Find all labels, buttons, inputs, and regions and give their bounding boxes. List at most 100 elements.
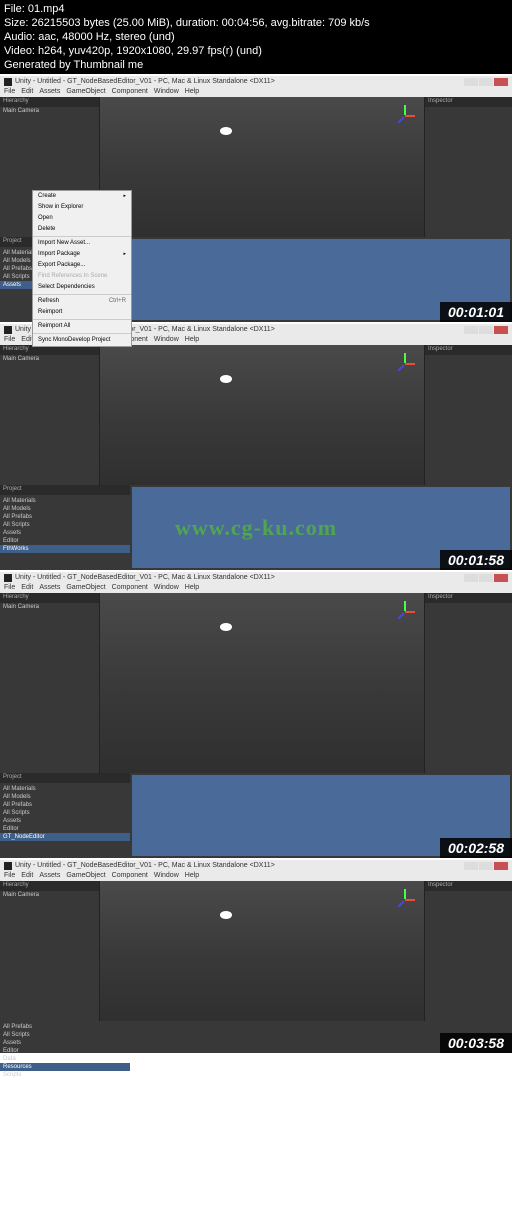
ctx-sync[interactable]: Sync MonoDevelop Project (33, 335, 131, 346)
inspector-header[interactable]: Inspector (425, 593, 512, 603)
ctx-import-package[interactable]: Import Package▸ (33, 249, 131, 260)
project-header[interactable]: Project (0, 485, 130, 495)
main-camera-item[interactable]: Main Camera (0, 603, 99, 611)
minimize-button[interactable] (464, 862, 478, 870)
tree-data[interactable]: Data (0, 1055, 130, 1063)
window-titlebar[interactable]: Unity - Untitled - GT_NodeBasedEditor_V0… (0, 572, 512, 583)
hierarchy-panel[interactable]: Hierarchy Main Camera (0, 881, 100, 1021)
menu-bar[interactable]: File Edit Assets GameObject Component Wi… (0, 871, 512, 881)
menu-assets[interactable]: Assets (39, 871, 60, 881)
menu-bar[interactable]: File Edit Assets GameObject Component Wi… (0, 583, 512, 593)
hierarchy-panel[interactable]: Hierarchy Main Camera (0, 593, 100, 773)
maximize-button[interactable] (479, 862, 493, 870)
minimize-button[interactable] (464, 574, 478, 582)
close-button[interactable] (494, 862, 508, 870)
menu-file[interactable]: File (4, 335, 15, 345)
hierarchy-panel[interactable]: Hierarchy Main Camera (0, 345, 100, 485)
menu-help[interactable]: Help (185, 87, 199, 97)
hierarchy-header[interactable]: Hierarchy (0, 593, 99, 603)
scene-object[interactable] (220, 127, 232, 135)
minimize-button[interactable] (464, 326, 478, 334)
tree-fthworks[interactable]: FthWorks (0, 545, 130, 553)
inspector-panel[interactable]: Inspector (424, 881, 512, 1021)
inspector-panel[interactable]: Inspector (424, 593, 512, 773)
window-titlebar[interactable]: Unity - Untitled - GT_NodeBasedEditor_V0… (0, 860, 512, 871)
menu-window[interactable]: Window (154, 871, 179, 881)
tree-scripts[interactable]: All Scripts (0, 521, 130, 529)
ctx-delete[interactable]: Delete (33, 224, 131, 235)
minimize-button[interactable] (464, 78, 478, 86)
tree-prefabs[interactable]: All Prefabs (0, 1023, 130, 1031)
tree-resources[interactable]: Resources (0, 1063, 130, 1071)
scene-view[interactable] (100, 881, 424, 1021)
project-header[interactable]: Project (0, 773, 130, 783)
menu-help[interactable]: Help (185, 583, 199, 593)
orientation-gizmo[interactable] (394, 353, 416, 375)
main-camera-item[interactable]: Main Camera (0, 107, 99, 115)
ctx-select-deps[interactable]: Select Dependencies (33, 282, 131, 293)
scene-object[interactable] (220, 623, 232, 631)
close-button[interactable] (494, 78, 508, 86)
menu-assets[interactable]: Assets (39, 87, 60, 97)
menu-window[interactable]: Window (154, 335, 179, 345)
menu-file[interactable]: File (4, 87, 15, 97)
tree-prefabs[interactable]: All Prefabs (0, 801, 130, 809)
main-camera-item[interactable]: Main Camera (0, 355, 99, 363)
window-titlebar[interactable]: Unity - Untitled - GT_NodeBasedEditor_V0… (0, 76, 512, 87)
hierarchy-header[interactable]: Hierarchy (0, 97, 99, 107)
tree-editor[interactable]: Editor (0, 1047, 130, 1055)
menu-gameobject[interactable]: GameObject (66, 871, 105, 881)
context-menu[interactable]: Create▸ Show in Explorer Open Delete Imp… (32, 190, 132, 347)
inspector-header[interactable]: Inspector (425, 97, 512, 107)
menu-bar[interactable]: File Edit Assets GameObject Component Wi… (0, 87, 512, 97)
ctx-refresh[interactable]: RefreshCtrl+R (33, 296, 131, 307)
tree-gtnode[interactable]: GT_NodeEditor (0, 833, 130, 841)
inspector-panel[interactable]: Inspector (424, 345, 512, 485)
scene-view[interactable] (100, 97, 424, 237)
menu-assets[interactable]: Assets (39, 583, 60, 593)
tree-materials[interactable]: All Materials (0, 785, 130, 793)
scene-view[interactable] (100, 593, 424, 773)
tree-assets[interactable]: Assets (0, 817, 130, 825)
hierarchy-header[interactable]: Hierarchy (0, 881, 99, 891)
ctx-reimport[interactable]: Reimport (33, 307, 131, 318)
tree-assets[interactable]: Assets (0, 1039, 130, 1047)
scene-object[interactable] (220, 911, 232, 919)
inspector-panel[interactable]: Inspector (424, 97, 512, 237)
tree-models[interactable]: All Models (0, 793, 130, 801)
ctx-create[interactable]: Create▸ (33, 191, 131, 202)
ctx-open[interactable]: Open (33, 213, 131, 224)
main-camera-item[interactable]: Main Camera (0, 891, 99, 899)
orientation-gizmo[interactable] (394, 105, 416, 127)
scene-view[interactable] (100, 345, 424, 485)
maximize-button[interactable] (479, 78, 493, 86)
menu-component[interactable]: Component (112, 87, 148, 97)
maximize-button[interactable] (479, 326, 493, 334)
ctx-import-asset[interactable]: Import New Asset... (33, 238, 131, 249)
menu-window[interactable]: Window (154, 87, 179, 97)
tree-materials[interactable]: All Materials (0, 497, 130, 505)
tree-scripts2[interactable]: Scripts (0, 1071, 130, 1079)
menu-help[interactable]: Help (185, 871, 199, 881)
menu-edit[interactable]: Edit (21, 87, 33, 97)
menu-gameobject[interactable]: GameObject (66, 87, 105, 97)
project-panel[interactable]: Project All Materials All Models All Pre… (0, 485, 130, 570)
tree-scripts[interactable]: All Scripts (0, 1031, 130, 1039)
tree-scripts[interactable]: All Scripts (0, 809, 130, 817)
menu-edit[interactable]: Edit (21, 583, 33, 593)
menu-file[interactable]: File (4, 871, 15, 881)
tree-prefabs[interactable]: All Prefabs (0, 513, 130, 521)
menu-help[interactable]: Help (185, 335, 199, 345)
close-button[interactable] (494, 574, 508, 582)
close-button[interactable] (494, 326, 508, 334)
menu-component[interactable]: Component (112, 871, 148, 881)
orientation-gizmo[interactable] (394, 601, 416, 623)
menu-edit[interactable]: Edit (21, 871, 33, 881)
menu-window[interactable]: Window (154, 583, 179, 593)
orientation-gizmo[interactable] (394, 889, 416, 911)
maximize-button[interactable] (479, 574, 493, 582)
project-panel[interactable]: Project All Materials All Models All Pre… (0, 773, 130, 858)
project-panel[interactable]: All Prefabs All Scripts Assets Editor Da… (0, 1021, 130, 1053)
scene-object[interactable] (220, 375, 232, 383)
menu-component[interactable]: Component (112, 583, 148, 593)
